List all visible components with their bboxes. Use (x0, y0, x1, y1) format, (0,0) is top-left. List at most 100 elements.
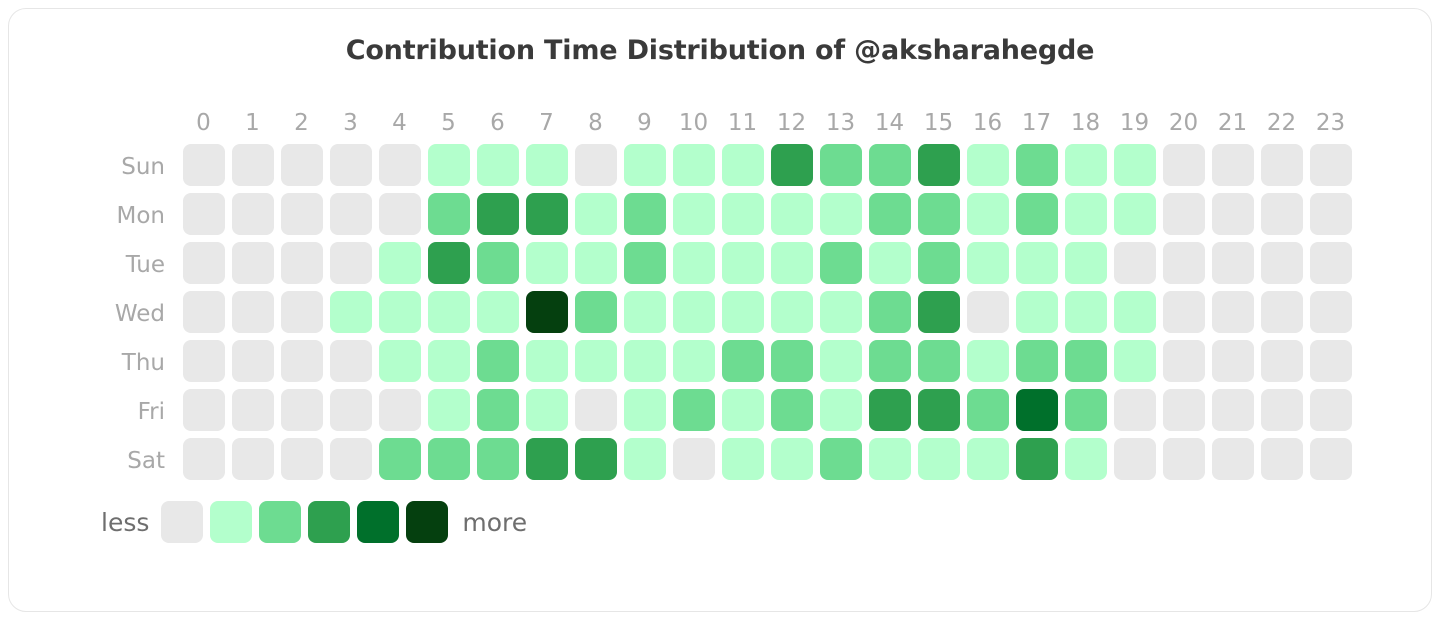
heatmap-cell-thu-17[interactable] (1012, 338, 1061, 387)
heatmap-cell-mon-6[interactable] (473, 191, 522, 240)
heatmap-cell-tue-7[interactable] (522, 240, 571, 289)
heatmap-cell-tue-20[interactable] (1159, 240, 1208, 289)
heatmap-cell-sun-5[interactable] (424, 142, 473, 191)
heatmap-cell-sun-16[interactable] (963, 142, 1012, 191)
heatmap-cell-fri-7[interactable] (522, 387, 571, 436)
heatmap-cell-sun-4[interactable] (375, 142, 424, 191)
heatmap-cell-wed-15[interactable] (914, 289, 963, 338)
heatmap-cell-fri-19[interactable] (1110, 387, 1159, 436)
heatmap-cell-sat-20[interactable] (1159, 436, 1208, 485)
heatmap-cell-thu-4[interactable] (375, 338, 424, 387)
heatmap-cell-thu-10[interactable] (669, 338, 718, 387)
heatmap-cell-fri-12[interactable] (767, 387, 816, 436)
heatmap-cell-wed-23[interactable] (1306, 289, 1355, 338)
heatmap-cell-wed-21[interactable] (1208, 289, 1257, 338)
heatmap-cell-fri-4[interactable] (375, 387, 424, 436)
heatmap-cell-tue-19[interactable] (1110, 240, 1159, 289)
heatmap-cell-sun-10[interactable] (669, 142, 718, 191)
heatmap-cell-thu-6[interactable] (473, 338, 522, 387)
heatmap-cell-mon-8[interactable] (571, 191, 620, 240)
heatmap-cell-mon-22[interactable] (1257, 191, 1306, 240)
heatmap-cell-wed-18[interactable] (1061, 289, 1110, 338)
heatmap-cell-thu-1[interactable] (228, 338, 277, 387)
heatmap-cell-fri-8[interactable] (571, 387, 620, 436)
heatmap-cell-wed-13[interactable] (816, 289, 865, 338)
heatmap-cell-sun-6[interactable] (473, 142, 522, 191)
heatmap-cell-mon-5[interactable] (424, 191, 473, 240)
heatmap-cell-tue-6[interactable] (473, 240, 522, 289)
heatmap-cell-wed-5[interactable] (424, 289, 473, 338)
heatmap-cell-sun-23[interactable] (1306, 142, 1355, 191)
heatmap-cell-thu-22[interactable] (1257, 338, 1306, 387)
heatmap-cell-sat-2[interactable] (277, 436, 326, 485)
heatmap-cell-thu-5[interactable] (424, 338, 473, 387)
heatmap-cell-mon-9[interactable] (620, 191, 669, 240)
heatmap-cell-tue-23[interactable] (1306, 240, 1355, 289)
heatmap-cell-thu-9[interactable] (620, 338, 669, 387)
heatmap-cell-wed-4[interactable] (375, 289, 424, 338)
heatmap-cell-thu-15[interactable] (914, 338, 963, 387)
heatmap-cell-mon-4[interactable] (375, 191, 424, 240)
heatmap-cell-sun-2[interactable] (277, 142, 326, 191)
heatmap-cell-thu-8[interactable] (571, 338, 620, 387)
heatmap-cell-sat-17[interactable] (1012, 436, 1061, 485)
heatmap-cell-sat-6[interactable] (473, 436, 522, 485)
heatmap-cell-sat-11[interactable] (718, 436, 767, 485)
heatmap-cell-thu-18[interactable] (1061, 338, 1110, 387)
heatmap-cell-fri-1[interactable] (228, 387, 277, 436)
heatmap-cell-wed-2[interactable] (277, 289, 326, 338)
heatmap-cell-sun-1[interactable] (228, 142, 277, 191)
heatmap-cell-wed-6[interactable] (473, 289, 522, 338)
heatmap-cell-wed-9[interactable] (620, 289, 669, 338)
heatmap-cell-mon-17[interactable] (1012, 191, 1061, 240)
heatmap-cell-sat-12[interactable] (767, 436, 816, 485)
heatmap-cell-fri-21[interactable] (1208, 387, 1257, 436)
heatmap-cell-fri-23[interactable] (1306, 387, 1355, 436)
heatmap-cell-tue-4[interactable] (375, 240, 424, 289)
heatmap-cell-sat-15[interactable] (914, 436, 963, 485)
heatmap-cell-fri-15[interactable] (914, 387, 963, 436)
heatmap-cell-sat-21[interactable] (1208, 436, 1257, 485)
heatmap-cell-wed-20[interactable] (1159, 289, 1208, 338)
heatmap-cell-sun-12[interactable] (767, 142, 816, 191)
heatmap-cell-thu-20[interactable] (1159, 338, 1208, 387)
heatmap-cell-mon-23[interactable] (1306, 191, 1355, 240)
heatmap-cell-sat-8[interactable] (571, 436, 620, 485)
heatmap-cell-fri-10[interactable] (669, 387, 718, 436)
heatmap-cell-thu-0[interactable] (179, 338, 228, 387)
heatmap-cell-sun-18[interactable] (1061, 142, 1110, 191)
heatmap-cell-mon-14[interactable] (865, 191, 914, 240)
heatmap-cell-thu-21[interactable] (1208, 338, 1257, 387)
heatmap-cell-mon-11[interactable] (718, 191, 767, 240)
heatmap-cell-sun-7[interactable] (522, 142, 571, 191)
heatmap-cell-thu-16[interactable] (963, 338, 1012, 387)
heatmap-cell-sat-22[interactable] (1257, 436, 1306, 485)
heatmap-cell-wed-3[interactable] (326, 289, 375, 338)
heatmap-cell-thu-2[interactable] (277, 338, 326, 387)
heatmap-cell-fri-11[interactable] (718, 387, 767, 436)
heatmap-cell-mon-15[interactable] (914, 191, 963, 240)
heatmap-cell-tue-9[interactable] (620, 240, 669, 289)
heatmap-cell-sat-10[interactable] (669, 436, 718, 485)
heatmap-cell-fri-2[interactable] (277, 387, 326, 436)
heatmap-cell-mon-7[interactable] (522, 191, 571, 240)
heatmap-cell-tue-11[interactable] (718, 240, 767, 289)
heatmap-cell-wed-7[interactable] (522, 289, 571, 338)
heatmap-cell-tue-14[interactable] (865, 240, 914, 289)
heatmap-cell-sun-13[interactable] (816, 142, 865, 191)
heatmap-cell-fri-20[interactable] (1159, 387, 1208, 436)
heatmap-cell-thu-12[interactable] (767, 338, 816, 387)
heatmap-cell-thu-23[interactable] (1306, 338, 1355, 387)
heatmap-cell-fri-18[interactable] (1061, 387, 1110, 436)
heatmap-cell-tue-18[interactable] (1061, 240, 1110, 289)
heatmap-cell-mon-10[interactable] (669, 191, 718, 240)
heatmap-cell-thu-7[interactable] (522, 338, 571, 387)
heatmap-cell-sat-19[interactable] (1110, 436, 1159, 485)
heatmap-cell-sat-23[interactable] (1306, 436, 1355, 485)
heatmap-cell-mon-18[interactable] (1061, 191, 1110, 240)
heatmap-cell-fri-3[interactable] (326, 387, 375, 436)
heatmap-cell-sun-22[interactable] (1257, 142, 1306, 191)
heatmap-cell-tue-10[interactable] (669, 240, 718, 289)
heatmap-cell-sun-15[interactable] (914, 142, 963, 191)
heatmap-cell-sun-0[interactable] (179, 142, 228, 191)
